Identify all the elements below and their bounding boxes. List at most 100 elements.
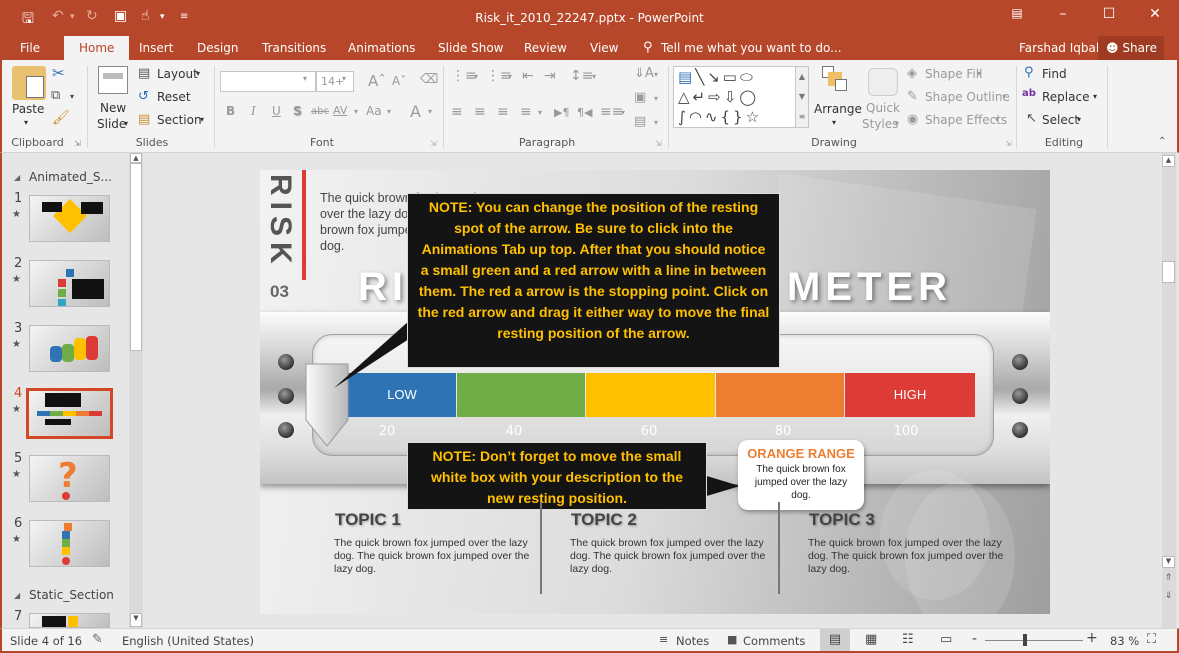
increase-indent-icon[interactable]: ⇥ [544, 68, 556, 84]
tell-me-input[interactable]: Tell me what you want to do... [661, 41, 842, 55]
line-shape-icon[interactable]: ╲ [695, 68, 707, 86]
select-button[interactable]: Select [1042, 113, 1079, 127]
shape-outline-dropdown-icon[interactable]: ▾ [1002, 92, 1006, 101]
character-spacing-button[interactable]: AV [333, 104, 347, 117]
gallery-down-icon[interactable]: ▼ [796, 87, 808, 107]
align-left-icon[interactable]: ≡ [451, 104, 463, 120]
tab-home[interactable]: Home [64, 36, 130, 60]
clear-formatting-icon[interactable]: ⌫ [420, 72, 438, 87]
section-name-static[interactable]: Static_Section [29, 588, 114, 602]
italic-button[interactable]: I [251, 104, 256, 118]
oval-shape-icon[interactable]: ⬭ [740, 68, 756, 86]
case-dropdown-icon[interactable]: ▾ [387, 107, 391, 116]
font-size-dropdown-icon[interactable]: ▾ [342, 74, 346, 83]
scribble-shape-icon[interactable]: ∫ [678, 108, 689, 126]
slide-sorter-icon[interactable]: ▦ [865, 632, 877, 647]
reset-button[interactable]: Reset [157, 90, 191, 104]
section-button[interactable]: Section [157, 113, 202, 127]
down-arrow-shape-icon[interactable]: ⇩ [724, 88, 740, 106]
justify-icon[interactable]: ≡ [520, 104, 532, 120]
elbow-connector-icon[interactable]: ↵ [693, 88, 709, 106]
previous-slide-icon[interactable]: ⇑ [1162, 573, 1175, 583]
maximize-icon[interactable]: ☐ [1094, 6, 1124, 22]
reading-view-icon[interactable]: ☷ [902, 632, 914, 647]
paste-dropdown-icon[interactable]: ▾ [24, 118, 28, 127]
shapes-gallery[interactable]: ▤╲↘▭⬭ △↵⇨⇩◯ ∫◠∿{}☆ [673, 66, 799, 128]
range-description-box[interactable]: ORANGE RANGE The quick brown fox jumped … [738, 440, 864, 510]
comments-button[interactable]: Comments [743, 634, 805, 648]
cut-icon[interactable]: ✂ [52, 64, 65, 82]
arrange-dropdown-icon[interactable]: ▾ [832, 118, 836, 127]
fit-to-window-icon[interactable]: ⛶ [1147, 632, 1156, 647]
textbox-shape-icon[interactable]: ▤ [678, 68, 695, 86]
smartart-icon[interactable]: ▤ [634, 114, 646, 129]
zoom-slider-thumb[interactable] [1023, 634, 1027, 646]
arc-shape-icon[interactable]: ◠ [689, 108, 705, 126]
right-arrow-shape-icon[interactable]: ⇨ [708, 88, 724, 106]
section-dropdown-icon[interactable]: ▾ [200, 115, 204, 124]
slide-thumbnail-1[interactable] [29, 195, 110, 242]
zoom-slider[interactable] [985, 640, 1083, 641]
scroll-up-icon[interactable]: ▲ [1162, 155, 1175, 167]
tab-design[interactable]: Design [185, 36, 250, 60]
copy-icon[interactable]: ⧉ [51, 88, 60, 103]
slide-thumbnail-3[interactable] [29, 325, 110, 372]
text-direction-icon[interactable]: ⇓A [634, 66, 654, 81]
change-case-button[interactable]: Aa [366, 104, 382, 118]
section-name-animated[interactable]: Animated_S... [29, 170, 112, 184]
zoom-in-icon[interactable]: + [1086, 630, 1098, 646]
underline-button[interactable]: U [272, 104, 281, 118]
slide-show-icon[interactable]: ▭ [940, 632, 952, 647]
notes-button[interactable]: Notes [676, 634, 709, 648]
new-slide-dropdown-icon[interactable]: ▾ [124, 119, 128, 128]
slide-thumbnail-6[interactable] [29, 520, 110, 567]
line-spacing-icon[interactable]: ↕≡ [570, 68, 593, 84]
layout-button[interactable]: Layout [157, 67, 198, 81]
tab-file[interactable]: File [8, 36, 52, 60]
shape-fill-button[interactable]: Shape Fill [925, 67, 982, 81]
zoom-out-icon[interactable]: - [972, 631, 977, 647]
tab-transitions[interactable]: Transitions [250, 36, 338, 60]
paragraph-launcher-icon[interactable]: ⇲ [655, 139, 662, 148]
section-collapse-icon[interactable]: ◢ [14, 591, 20, 600]
ltr-icon[interactable]: ▶¶ [554, 106, 569, 119]
clipboard-launcher-icon[interactable]: ⇲ [74, 139, 81, 148]
font-launcher-icon[interactable]: ⇲ [430, 139, 437, 148]
gallery-more-icon[interactable]: ≡ [796, 107, 808, 127]
spacing-dropdown-icon[interactable]: ▾ [354, 107, 358, 116]
right-brace-icon[interactable]: } [733, 108, 746, 126]
scroll-down-icon[interactable]: ▼ [1162, 556, 1175, 568]
select-dropdown-icon[interactable]: ▾ [1077, 115, 1081, 124]
find-button[interactable]: Find [1042, 67, 1067, 81]
font-name-dropdown-icon[interactable]: ▾ [303, 74, 307, 83]
font-color-dropdown-icon[interactable]: ▾ [428, 107, 432, 116]
drawing-launcher-icon[interactable]: ⇲ [1005, 139, 1012, 148]
font-color-button[interactable]: A [410, 102, 421, 121]
scroll-up-icon[interactable]: ▲ [130, 153, 142, 163]
replace-dropdown-icon[interactable]: ▾ [1093, 92, 1097, 101]
scroll-down-icon[interactable]: ▼ [130, 613, 142, 627]
zoom-level[interactable]: 83 % [1110, 634, 1139, 648]
font-name-input[interactable] [220, 71, 316, 92]
collapse-ribbon-icon[interactable]: ⌃ [1158, 136, 1166, 147]
decrease-indent-icon[interactable]: ⇤ [522, 68, 534, 84]
normal-view-icon[interactable]: ▤ [820, 629, 850, 651]
quick-styles-button[interactable]: Styles [862, 117, 898, 131]
new-slide-button[interactable]: Slide [97, 117, 126, 131]
text-shadow-button[interactable]: S [293, 104, 302, 118]
rtl-icon[interactable]: ¶◀ [577, 106, 592, 119]
triangle-shape-icon[interactable]: △ [678, 88, 693, 106]
section-collapse-icon[interactable]: ◢ [14, 173, 20, 182]
star-shape-icon[interactable]: ☆ [746, 108, 762, 126]
left-brace-icon[interactable]: { [721, 108, 734, 126]
tab-animations[interactable]: Animations [336, 36, 427, 60]
slide-thumbnail-7[interactable] [29, 613, 110, 628]
paste-button[interactable]: Paste [12, 102, 44, 116]
layout-dropdown-icon[interactable]: ▾ [196, 69, 200, 78]
rectangle-shape-icon[interactable]: ▭ [723, 68, 740, 86]
strikethrough-button[interactable]: abc [311, 106, 329, 117]
align-text-icon[interactable]: ▣ [634, 90, 646, 105]
slide-thumbnail-2[interactable] [29, 260, 110, 307]
new-slide-label[interactable]: New [100, 101, 126, 115]
tab-insert[interactable]: Insert [127, 36, 185, 60]
